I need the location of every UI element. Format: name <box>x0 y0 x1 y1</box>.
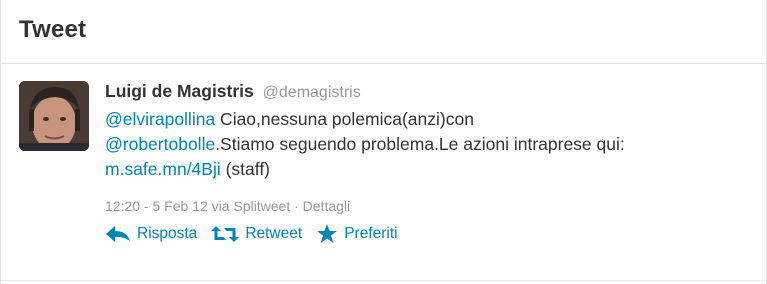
tweet-actions: Risposta Retweet Preferiti <box>105 224 756 244</box>
tweet: Luigi de Magistris @demagistris @elvirap… <box>1 64 766 284</box>
tweet-text-part: (staff) <box>220 159 271 179</box>
mention-link[interactable]: @robertobolle <box>105 134 215 154</box>
tweet-content: Luigi de Magistris @demagistris @elvirap… <box>105 80 756 244</box>
favorite-label: Preferiti <box>344 225 398 242</box>
user-line: Luigi de Magistris @demagistris <box>105 80 756 104</box>
reply-button[interactable]: Risposta <box>105 225 197 243</box>
star-icon <box>317 224 338 243</box>
avatar[interactable] <box>19 81 89 151</box>
tweet-meta[interactable]: 12:20 - 5 Feb 12 via Splitweet · Dettagl… <box>105 198 756 214</box>
tweet-text-part: Ciao,nessuna polemica(anzi)con <box>215 109 474 129</box>
avatar-image <box>19 81 89 151</box>
tweet-text: @elvirapollina Ciao,nessuna polemica(anz… <box>105 107 756 182</box>
retweet-button[interactable]: Retweet <box>211 225 302 243</box>
retweet-label: Retweet <box>245 225 303 242</box>
header: Tweet <box>1 0 766 64</box>
tweet-panel: Tweet Luigi de Magistris @demagistris @e… <box>0 0 767 284</box>
retweet-icon <box>211 226 240 242</box>
favorite-button[interactable]: Preferiti <box>316 224 398 244</box>
url-link[interactable]: m.safe.mn/4Bji <box>105 159 221 179</box>
reply-label: Risposta <box>137 225 198 242</box>
tweet-text-part: .Stiamo seguendo problema.Le azioni intr… <box>215 134 625 154</box>
mention-link[interactable]: @elvirapollina <box>105 109 215 129</box>
reply-arrow-icon <box>106 226 130 242</box>
divider <box>1 280 766 281</box>
page-title: Tweet <box>19 16 87 43</box>
user-fullname[interactable]: Luigi de Magistris <box>105 81 254 101</box>
user-screenname[interactable]: @demagistris <box>263 84 361 101</box>
